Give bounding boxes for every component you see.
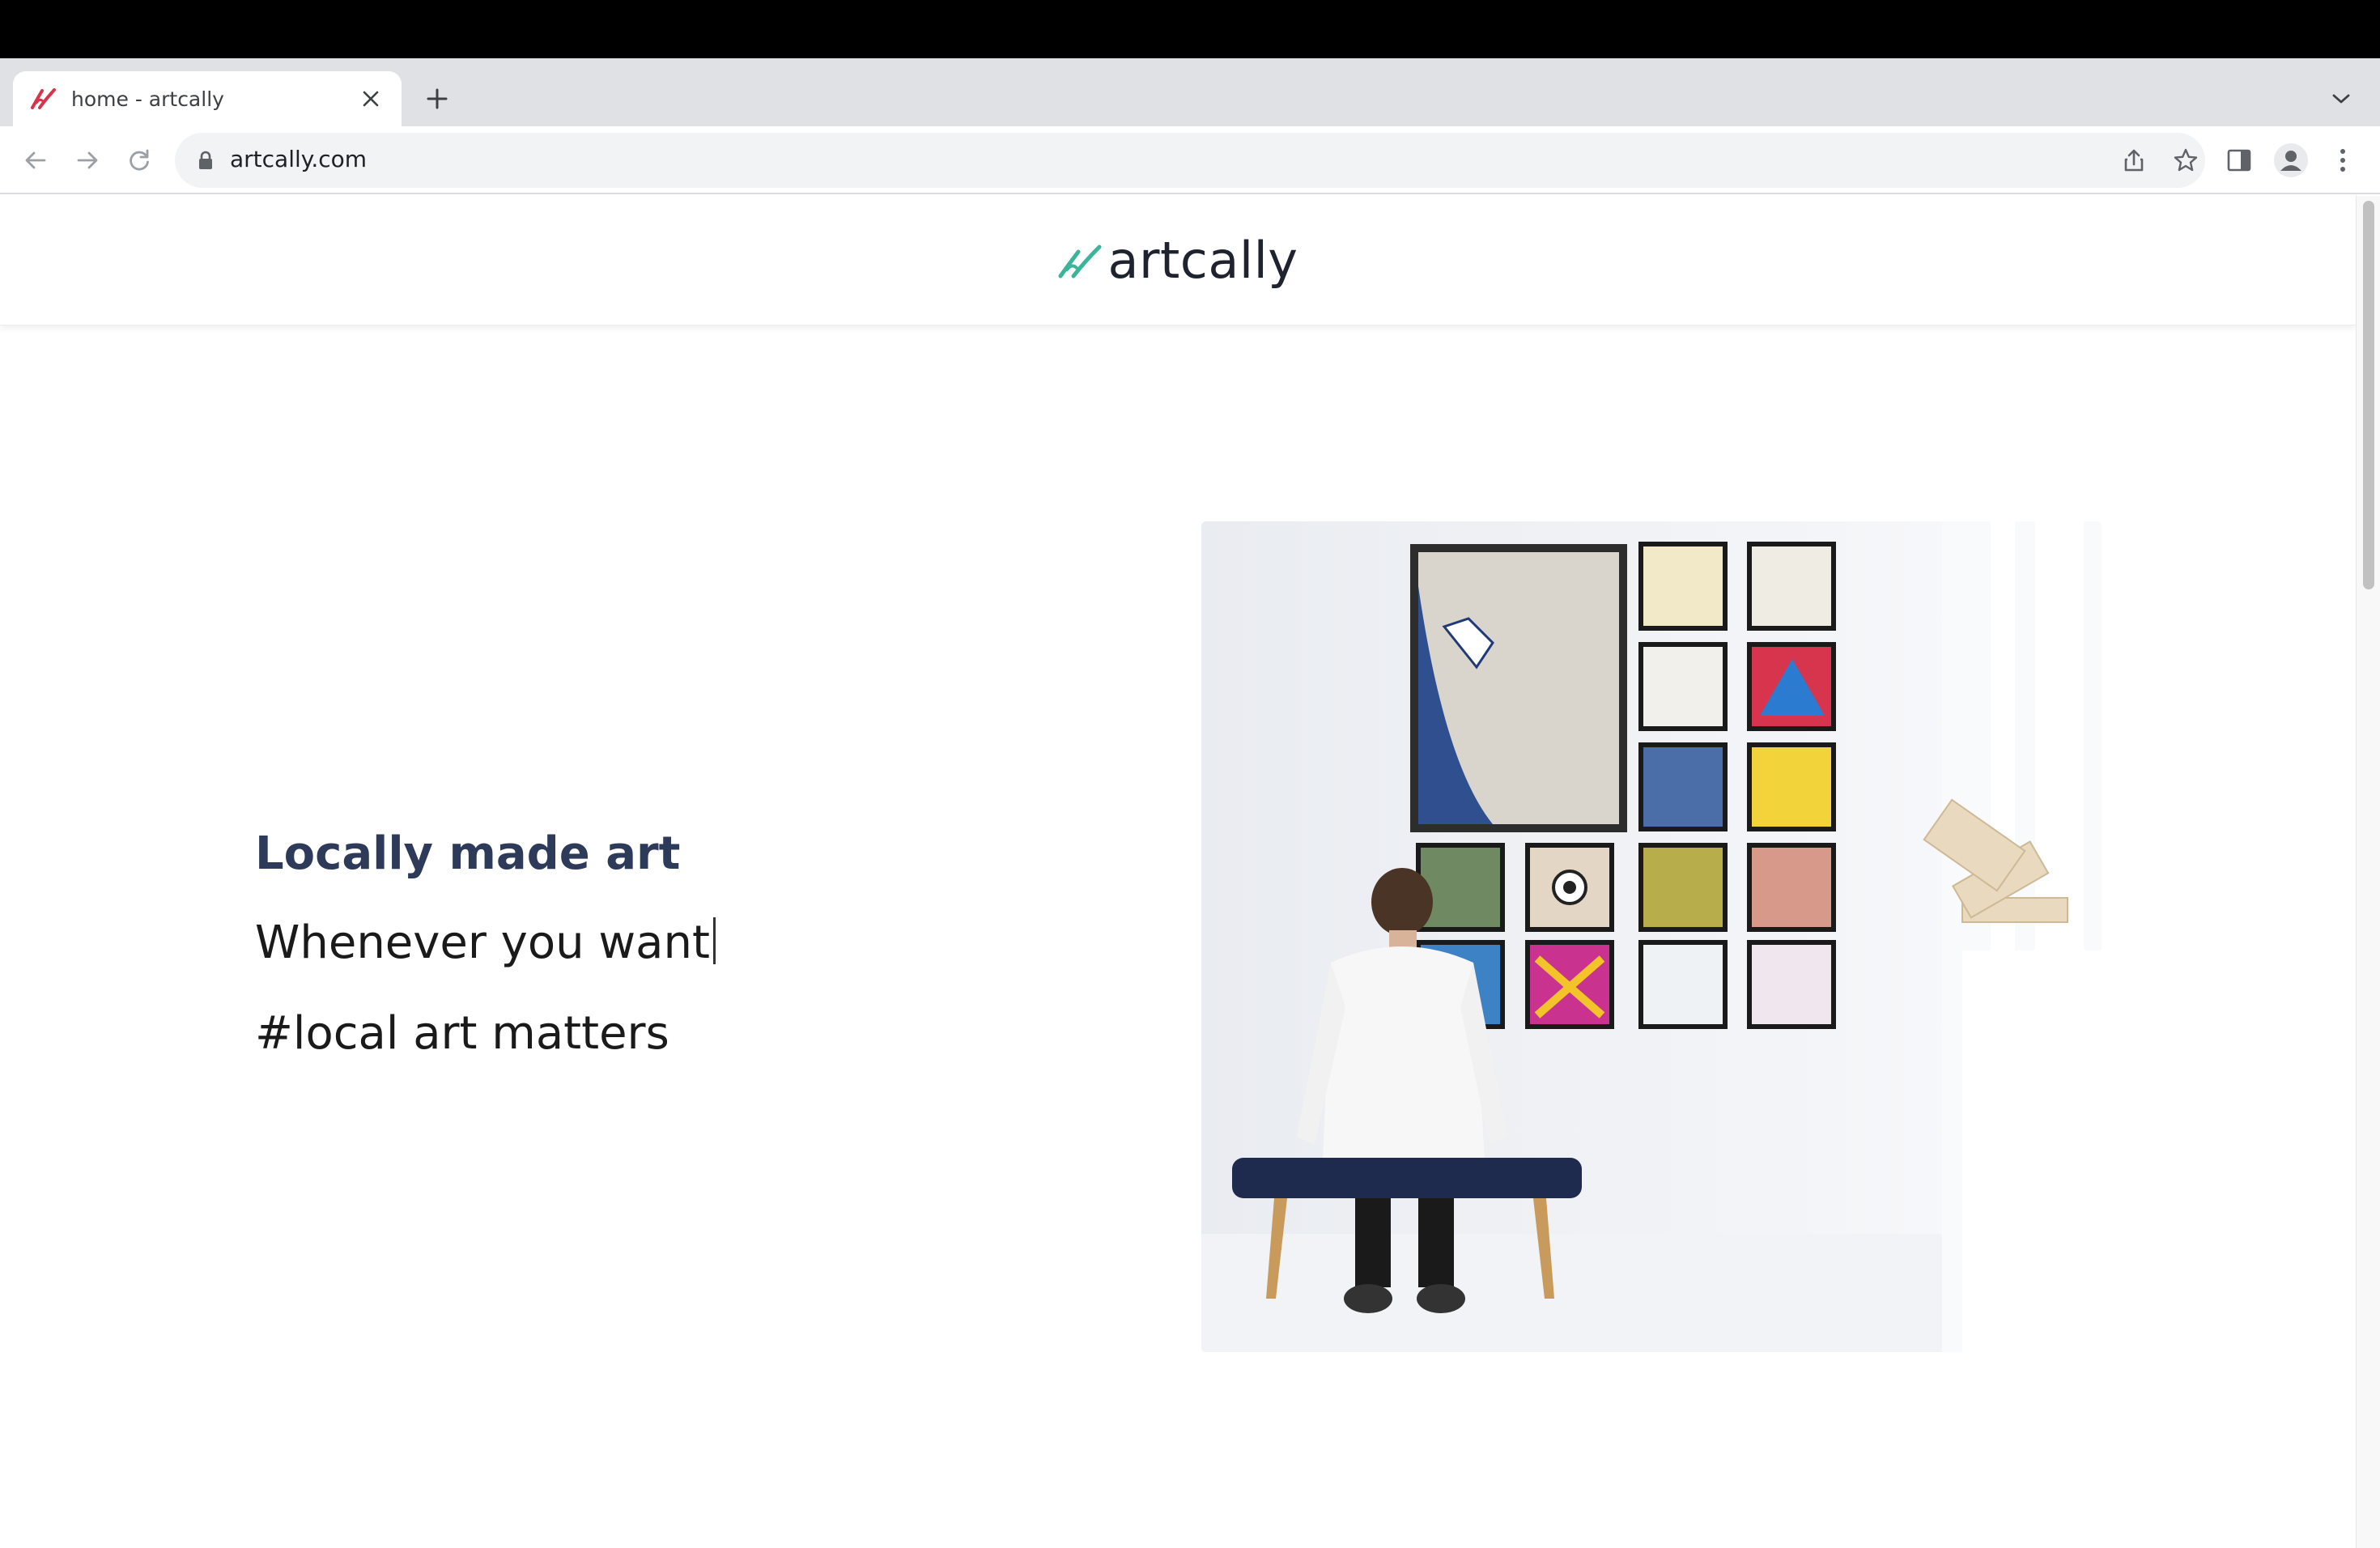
artcally-logo-icon [1058,245,1102,278]
tab-home[interactable]: home - artcally [13,71,402,126]
logo-text: artcally [1107,231,1298,290]
artcally-favicon-icon [29,84,58,113]
share-icon[interactable] [2118,144,2150,176]
tab-title: home - artcally [71,87,224,111]
star-icon[interactable] [2170,144,2202,176]
page-viewport: artcally Locally made art Whenever you w… [0,196,2380,1548]
plus-icon[interactable] [421,83,453,115]
lock-icon[interactable] [194,149,217,172]
browser-toolbar: artcally.com [0,126,2380,194]
hero-image [1201,521,2102,1352]
typing-cursor [712,917,716,964]
forward-arrow-icon[interactable] [68,141,107,180]
close-icon[interactable] [356,84,385,113]
site-header: artcally [0,196,2356,325]
url-text: artcally.com [230,146,368,172]
hero-subtitle-text: Whenever you want [255,916,710,969]
page-scrollbar[interactable] [2356,196,2380,1548]
address-bar[interactable]: artcally.com [175,133,2205,188]
hero-subtitle: Whenever you want [255,916,716,969]
tab-strip: home - artcally [0,58,2380,126]
side-panel-icon[interactable] [2220,141,2259,180]
scrollbar-thumb[interactable] [2363,201,2374,589]
hero-title: Locally made art [255,827,681,880]
chevron-down-icon[interactable] [2327,84,2356,113]
site-logo[interactable]: artcally [1057,231,1298,290]
hero-tagline: #local art matters [255,1007,669,1060]
profile-icon[interactable] [2272,141,2310,180]
os-top-bar [0,0,2380,58]
reload-icon[interactable] [120,141,159,180]
back-arrow-icon[interactable] [16,141,55,180]
kebab-menu-icon[interactable] [2323,141,2362,180]
